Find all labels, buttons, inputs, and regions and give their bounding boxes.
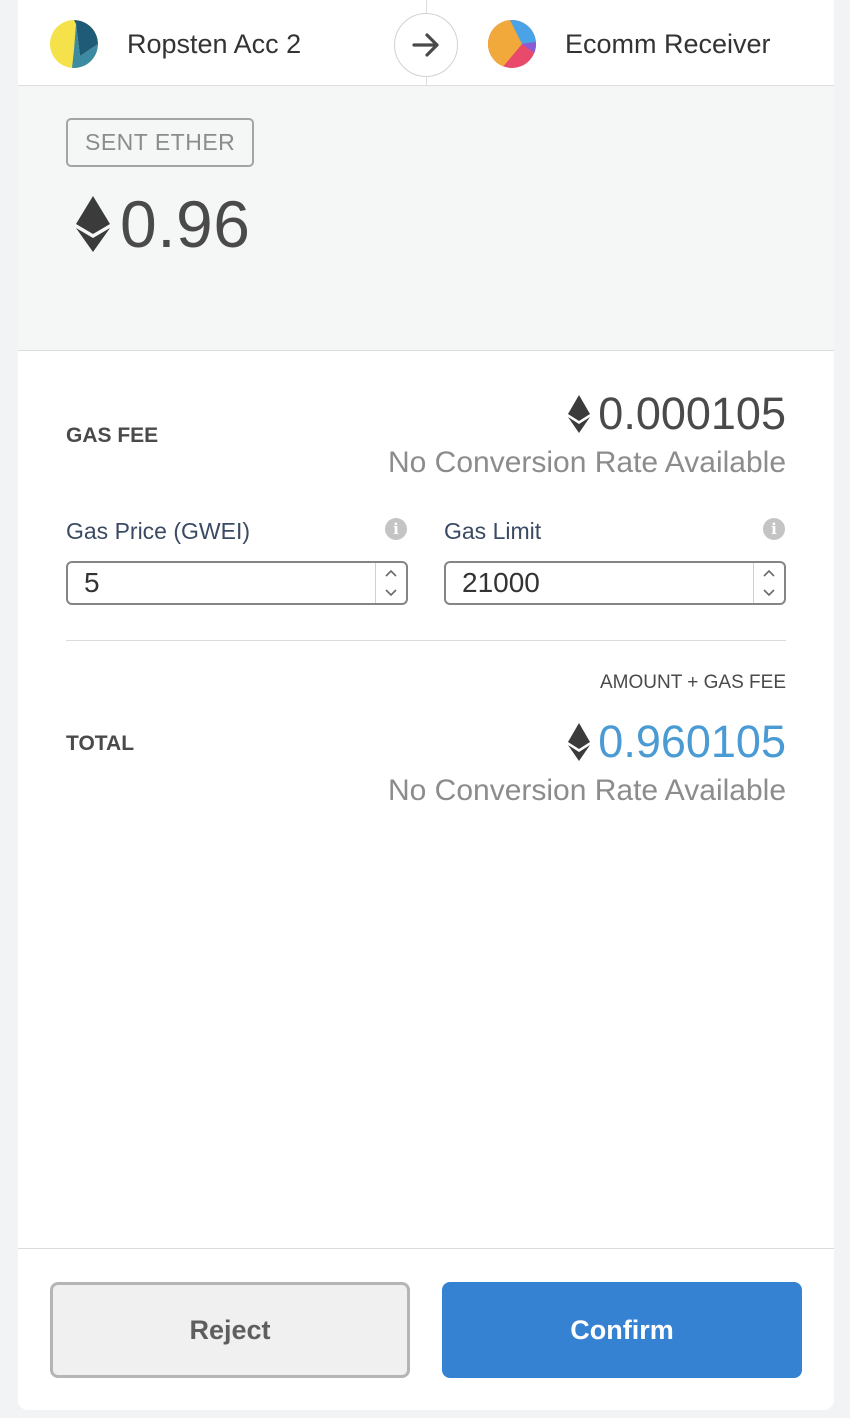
sent-amount-value: 0.96 — [120, 187, 251, 261]
confirm-transaction-card: Ropsten Acc 2 Ecomm Receiver SENT ETHER — [18, 0, 834, 1410]
total-amount: 0.960105 — [598, 716, 786, 767]
gas-fee-value: 0.000105 No Conversion Rate Available — [388, 388, 786, 480]
from-account[interactable]: Ropsten Acc 2 — [50, 20, 301, 68]
info-icon[interactable]: i — [385, 518, 407, 540]
gas-price-decrement-button[interactable] — [376, 583, 406, 603]
gas-limit-label: Gas Limit — [444, 518, 542, 544]
info-icon[interactable]: i — [763, 518, 785, 540]
ether-icon — [76, 196, 110, 252]
to-account-name: Ecomm Receiver — [565, 28, 771, 59]
gas-price-label: Gas Price (GWEI) — [66, 518, 251, 544]
total-value: 0.960105 No Conversion Rate Available — [388, 716, 786, 808]
gas-fee-amount: 0.000105 — [598, 388, 786, 439]
gas-price-input-wrapper — [66, 561, 408, 605]
gas-limit-increment-button[interactable] — [754, 563, 784, 583]
gas-price-increment-button[interactable] — [376, 563, 406, 583]
gas-limit-input-wrapper — [444, 561, 786, 605]
reject-button[interactable]: Reject — [50, 1282, 410, 1378]
sent-ether-badge: SENT ETHER — [66, 118, 255, 167]
sent-ether-section: SENT ETHER 0.96 — [18, 86, 834, 351]
transaction-header: Ropsten Acc 2 Ecomm Receiver — [18, 0, 834, 86]
to-account-identicon — [488, 20, 536, 68]
from-account-identicon — [50, 20, 98, 68]
gas-limit-input[interactable] — [446, 563, 756, 603]
total-caption: AMOUNT + GAS FEE — [600, 672, 786, 693]
gas-fee-conversion: No Conversion Rate Available — [387, 446, 786, 479]
to-account[interactable]: Ecomm Receiver — [488, 20, 771, 68]
gas-fee-label: GAS FEE — [66, 424, 159, 447]
total-conversion: No Conversion Rate Available — [387, 774, 786, 807]
gas-limit-stepper — [753, 563, 784, 603]
gas-price-input[interactable] — [68, 563, 378, 603]
ether-icon — [568, 723, 591, 761]
footer-divider — [18, 1248, 834, 1249]
section-divider — [66, 640, 786, 641]
confirm-button[interactable]: Confirm — [442, 1282, 802, 1378]
sent-amount: 0.96 — [76, 186, 250, 262]
gas-price-stepper — [375, 563, 406, 603]
gas-limit-decrement-button[interactable] — [754, 583, 784, 603]
arrow-right-icon — [394, 13, 458, 77]
from-account-name: Ropsten Acc 2 — [127, 28, 302, 59]
ether-icon — [568, 395, 591, 433]
total-label: TOTAL — [66, 732, 135, 755]
